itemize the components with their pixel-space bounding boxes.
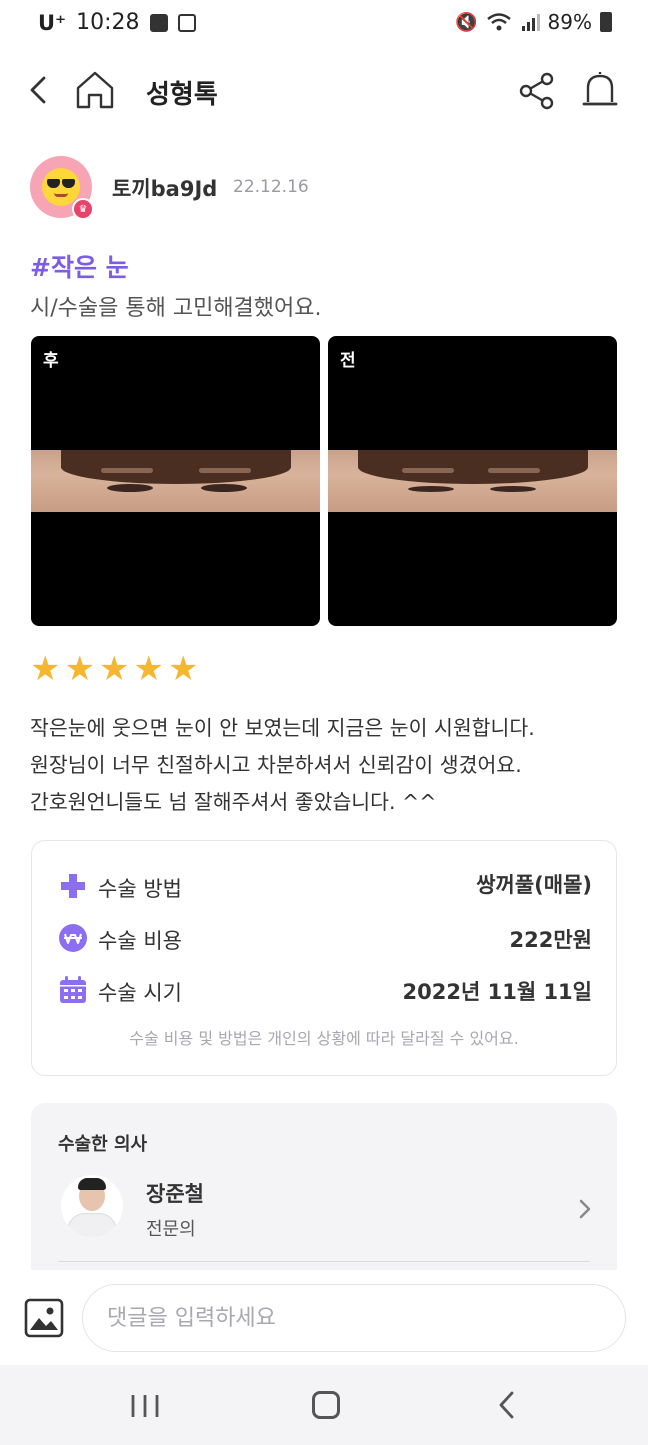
divider [58,1261,590,1262]
won-icon [59,924,87,952]
surgery-method-value: 쌍꺼풀(매몰) [476,873,592,897]
gallery-notification-icon [149,13,168,32]
crown-badge-icon: ♛ [72,198,94,220]
comment-input[interactable] [82,1284,626,1352]
image-attach-icon[interactable] [24,1298,64,1338]
calendar-icon [60,976,86,1003]
doctor-name: 장준철 [146,1182,204,1206]
review-line: 작은눈에 웃으면 눈이 안 보였는데 지금은 눈이 시원합니다. [30,716,535,740]
surgery-info-card: 수술 방법 쌍꺼풀(매몰) 수술 비용 222만원 수술 시기 2022년 11… [31,840,617,1076]
battery-icon [600,12,612,32]
star-icon: ★ [30,649,61,689]
after-photo[interactable]: 후 [31,336,320,626]
star-rating: ★ ★ ★ ★ ★ [30,652,198,686]
status-bar: U⁺ 10:28 🔇 89% [0,0,648,52]
surgery-date-row: 수술 시기 2022년 11월 11일 [58,971,592,1011]
wifi-icon [486,13,511,31]
star-icon: ★ [64,649,95,689]
star-icon: ★ [167,649,199,689]
chevron-right-icon[interactable] [575,1195,595,1223]
post-date: 22.12.16 [233,177,309,197]
surgery-method-row: 수술 방법 쌍꺼풀(매몰) [58,867,592,907]
doctor-avatar [61,1175,123,1237]
star-icon: ★ [98,649,130,689]
surgery-cost-value: 222만원 [509,928,592,952]
back-arrow-icon[interactable] [24,72,54,108]
photo-label-after: 후 [43,351,59,371]
recent-apps-icon[interactable] [128,1393,162,1419]
review-text: 작은눈에 웃으면 눈이 안 보였는데 지금은 눈이 시원합니다. 원장님이 너무… [30,710,620,821]
surgery-cost-label: 수술 비용 [98,929,182,953]
home-button-icon[interactable] [312,1391,340,1419]
page-title: 성형톡 [146,80,218,110]
doctor-section-heading: 수술한 의사 [58,1134,148,1155]
post-subtitle: 시/수술을 통해 고민해결했어요. [30,296,322,321]
author-avatar[interactable]: ♛ [30,156,94,220]
surgery-date-label: 수술 시기 [98,981,182,1005]
battery-percent: 89% [547,10,592,34]
system-nav-bar [0,1365,648,1445]
plus-icon [61,874,85,898]
surgery-date-value: 2022년 11월 11일 [402,980,592,1004]
review-line: 원장님이 너무 친절하시고 차분하셔서 신뢰감이 생겼어요. [30,753,522,777]
doctor-role: 전문의 [146,1219,196,1240]
surgery-method-label: 수술 방법 [98,877,182,901]
mute-icon: 🔇 [455,11,478,33]
eye-closeup-image [31,450,320,512]
app-header: 성형톡 [0,58,648,124]
carrier-label: U⁺ [38,10,67,35]
siren-report-icon[interactable] [580,70,620,110]
clock: 10:28 [76,10,140,35]
hashtag[interactable]: #작은 눈 [30,248,129,284]
doctor-card[interactable]: 수술한 의사 장준철 전문의 [31,1103,617,1278]
eye-closeup-image [328,450,617,512]
author-name[interactable]: 토끼ba9Jd [112,173,217,203]
signal-icon [521,14,540,31]
surgery-cost-row: 수술 비용 222만원 [58,919,592,959]
comment-bar [0,1270,648,1365]
photo-label-before: 전 [340,351,356,371]
share-icon[interactable] [518,72,556,110]
star-icon: ★ [133,649,164,689]
before-photo[interactable]: 전 [328,336,617,626]
review-line: 간호원언니들도 넘 잘해주셔서 좋았습니다. ^^ [30,790,437,814]
app-notification-icon [177,13,196,32]
home-icon[interactable] [74,70,116,110]
system-back-icon[interactable] [496,1389,518,1421]
surgery-info-note: 수술 비용 및 방법은 개인의 상황에 따라 달라질 수 있어요. [129,1029,519,1048]
